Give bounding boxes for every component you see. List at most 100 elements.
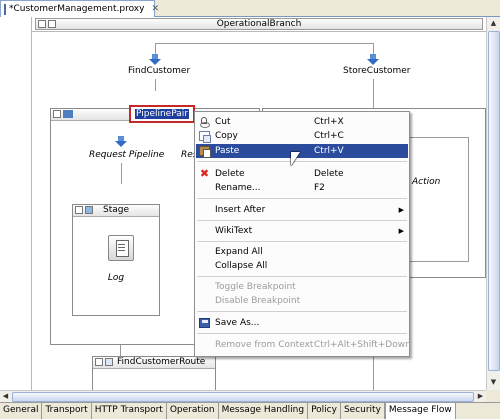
menu-item-shortcut: Ctrl+Alt+Shift+Down <box>314 340 411 350</box>
store-customer-label[interactable]: StoreCustomer <box>343 66 411 76</box>
menu-item-label: Rename... <box>215 183 261 193</box>
menu-item-label: Collapse All <box>215 261 268 271</box>
log-action-icon[interactable] <box>108 235 134 261</box>
find-customer-label[interactable]: FindCustomer <box>128 66 190 76</box>
menu-item-label: Remove from Context <box>215 340 314 350</box>
editor-tab-bar: *CustomerManagement.proxy ✕ <box>0 0 500 17</box>
close-icon[interactable]: ✕ <box>151 4 159 14</box>
submenu-arrow-icon: ▶ <box>398 227 404 235</box>
tab-message-flow[interactable]: Message Flow <box>384 402 456 419</box>
route-icon <box>105 358 113 366</box>
menu-item-insert-after[interactable]: Insert After ▶ <box>196 203 408 217</box>
menu-item-shortcut: Ctrl+C <box>314 131 344 141</box>
menu-item-cut[interactable]: Cut Ctrl+X <box>196 115 408 129</box>
scroll-left-icon[interactable]: ◀ <box>0 391 11 401</box>
connector-line <box>155 43 156 54</box>
scroll-up-icon[interactable]: ▲ <box>488 18 499 28</box>
menu-item-shortcut: F2 <box>314 183 325 193</box>
menu-item-expand-all[interactable]: Expand All <box>196 245 408 259</box>
scrollbar-corner <box>486 390 500 402</box>
proxy-file-icon <box>4 3 6 15</box>
menu-item-label: Copy <box>215 131 238 141</box>
menu-separator <box>197 198 407 199</box>
menu-item-label: Insert After <box>215 205 266 215</box>
scroll-right-icon[interactable]: ▶ <box>475 391 486 401</box>
menu-item-disable-breakpoint[interactable]: Disable Breakpoint <box>196 294 408 308</box>
pipeline-pair-title-selected[interactable]: PipelinePair <box>129 105 195 123</box>
tab-security[interactable]: Security <box>341 403 385 419</box>
menu-item-label: Paste <box>215 146 240 156</box>
pipeline-pair-icon <box>63 110 73 118</box>
action-label: Action <box>412 177 441 187</box>
menu-item-label: WikiText <box>215 226 253 236</box>
stage-node[interactable]: Stage Log <box>72 204 160 316</box>
menu-separator <box>197 161 407 162</box>
menu-item-label: Save As... <box>215 318 260 328</box>
stage-header: Stage <box>73 205 159 217</box>
stage-title: Stage <box>102 205 129 215</box>
tab-message-handling[interactable]: Message Handling <box>219 403 309 419</box>
connector-line <box>121 163 122 184</box>
context-menu: Cut Ctrl+X Copy Ctrl+C Paste Ctrl+V ✖ Delete Del… <box>194 111 411 357</box>
menu-item-label: Expand All <box>215 247 263 257</box>
tab-operation[interactable]: Operation <box>167 403 219 419</box>
connector-line <box>155 79 156 91</box>
tab-general[interactable]: General <box>0 403 43 419</box>
submenu-arrow-icon: ▶ <box>398 206 404 214</box>
menu-item-shortcut: Ctrl+V <box>314 146 344 156</box>
menu-separator <box>197 241 407 242</box>
collapse-toggle-icon[interactable] <box>53 110 61 118</box>
branch-arrow-icon <box>367 54 379 66</box>
copy-icon <box>199 131 211 143</box>
tab-transport[interactable]: Transport <box>42 403 92 419</box>
vertical-scrollbar[interactable]: ▲ ▼ <box>486 17 500 390</box>
route-title: FindCustomerRoute <box>117 357 206 367</box>
horizontal-scroll-thumb[interactable] <box>12 392 474 402</box>
menu-item-shortcut: Ctrl+X <box>314 117 344 127</box>
branch-frame-left <box>31 17 32 390</box>
collapse-toggle-icon[interactable] <box>95 358 103 366</box>
tab-http-transport[interactable]: HTTP Transport <box>92 403 167 419</box>
operational-branch-title: OperationalBranch <box>216 19 302 29</box>
menu-item-toggle-breakpoint[interactable]: Toggle Breakpoint <box>196 280 408 294</box>
menu-item-remove-from-context[interactable]: Remove from Context Ctrl+Alt+Shift+Down <box>196 338 411 352</box>
menu-separator <box>197 220 407 221</box>
menu-separator <box>197 276 407 277</box>
connector-line <box>373 79 374 108</box>
menu-separator <box>197 311 407 312</box>
branch-connector <box>155 43 373 44</box>
menu-item-delete[interactable]: ✖ Delete Delete <box>196 167 408 181</box>
cut-icon <box>199 117 210 128</box>
menu-item-label: Toggle Breakpoint <box>215 282 296 292</box>
branch-frame-top <box>31 31 486 32</box>
log-action-label: Log <box>107 273 125 283</box>
editor-page-tabs: General Transport HTTP Transport Operation M… <box>0 402 500 419</box>
menu-item-label: Delete <box>215 169 245 179</box>
menu-item-label: Cut <box>215 117 231 127</box>
editor-tab[interactable]: *CustomerManagement.proxy ✕ <box>0 0 159 17</box>
paste-icon <box>199 146 211 158</box>
menu-item-save-as[interactable]: Save As... <box>196 316 408 330</box>
operational-branch-header[interactable]: OperationalBranch <box>35 18 483 30</box>
request-pipeline-label[interactable]: Request Pipeline <box>89 150 164 160</box>
horizontal-scrollbar[interactable]: ◀ ▶ <box>0 390 486 402</box>
menu-item-collapse-all[interactable]: Collapse All <box>196 259 408 273</box>
find-customer-route-node[interactable]: FindCustomerRoute <box>92 356 216 390</box>
menu-separator <box>197 333 407 334</box>
menu-item-wikitext[interactable]: WikiText ▶ <box>196 224 408 238</box>
menu-item-rename[interactable]: Rename... F2 <box>196 181 408 195</box>
pipeline-pair-title: PipelinePair <box>135 109 189 119</box>
vertical-scroll-thumb[interactable] <box>488 31 500 371</box>
request-arrow-icon <box>115 136 127 148</box>
save-icon <box>199 318 210 328</box>
tab-policy[interactable]: Policy <box>308 403 341 419</box>
menu-item-shortcut: Delete <box>314 169 344 179</box>
delete-icon: ✖ <box>199 167 210 180</box>
menu-item-paste[interactable]: Paste Ctrl+V <box>196 144 408 158</box>
editor-tab-title: *CustomerManagement.proxy <box>9 4 145 14</box>
menu-item-label: Disable Breakpoint <box>215 296 301 306</box>
branch-arrow-icon <box>149 54 161 66</box>
menu-item-copy[interactable]: Copy Ctrl+C <box>196 129 408 143</box>
scroll-down-icon[interactable]: ▼ <box>488 377 499 387</box>
route-header: FindCustomerRoute <box>93 357 215 369</box>
